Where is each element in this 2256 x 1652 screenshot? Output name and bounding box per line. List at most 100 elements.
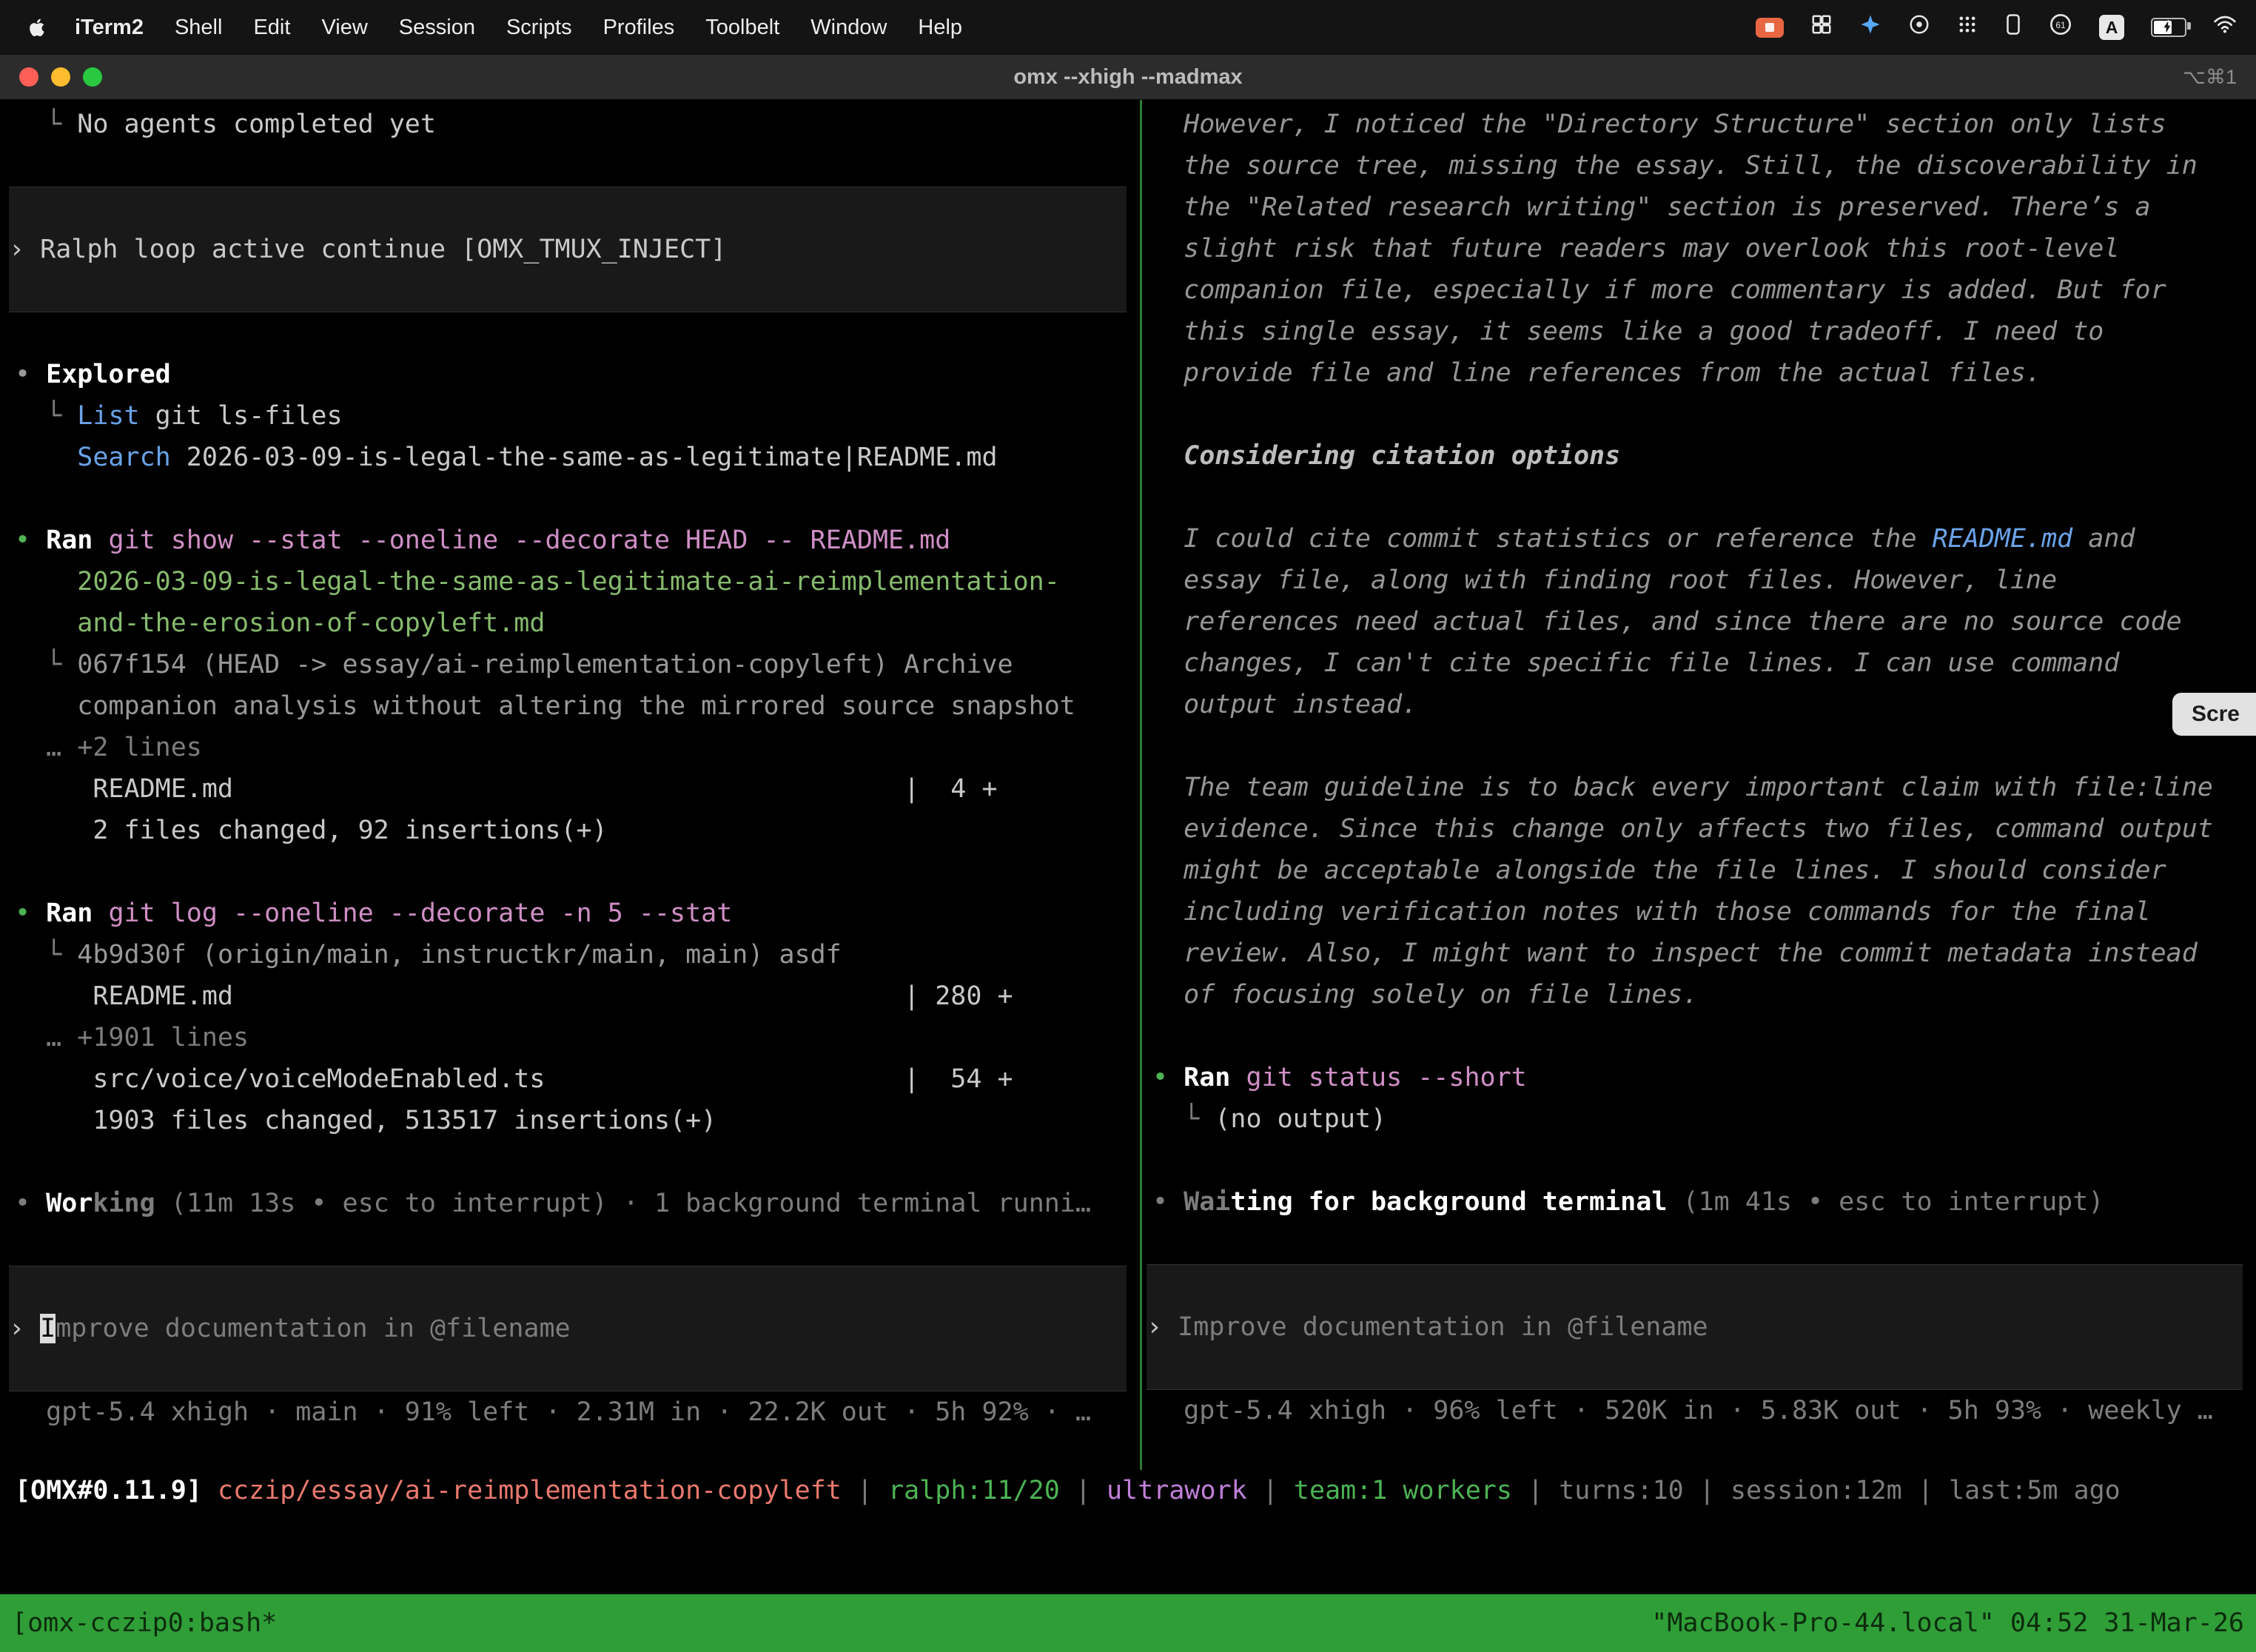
terminal-line: companion analysis without altering the …: [15, 685, 1140, 727]
device-icon[interactable]: [2004, 13, 2022, 41]
svg-text:61: 61: [2055, 20, 2066, 30]
terminal-line: 1903 files changed, 513517 insertions(+): [15, 1100, 1140, 1141]
terminal-line: src/voice/voiceModeEnabled.ts | 54 +: [15, 1058, 1140, 1100]
session-status-right: gpt-5.4 xhigh · 96% left · 520K in · 5.8…: [1152, 1390, 2256, 1431]
terminal-line: provide file and line references from th…: [1152, 352, 2256, 394]
terminal-line: including verification notes with those …: [1152, 891, 2256, 933]
terminal-line: • Ran git show --stat --oneline --decora…: [15, 520, 1140, 561]
app-grid-icon[interactable]: [1957, 14, 1978, 41]
terminal-line: and-the-erosion-of-copyleft.md: [15, 602, 1140, 644]
prompt-arrow: ›: [1147, 1312, 1178, 1342]
terminal-line: [1152, 394, 2256, 435]
right-pane: However, I noticed the "Directory Struct…: [1142, 99, 2256, 1431]
screen-recording-indicator-icon[interactable]: [1756, 18, 1784, 38]
notification-toast[interactable]: Scre: [2172, 693, 2256, 736]
terminal-line: [15, 1224, 1140, 1266]
terminal-line: └ No agents completed yet: [15, 104, 1140, 145]
terminal-line: might be acceptable alongside the file l…: [1152, 850, 2256, 891]
window-shortcut: ⌥⌘1: [2183, 55, 2237, 99]
terminal-line: Search 2026-03-09-is-legal-the-same-as-l…: [15, 437, 1140, 478]
spark-icon[interactable]: [1859, 13, 1881, 41]
prompt-input-line[interactable]: › Improve documentation in @filename: [1147, 1306, 2243, 1348]
menu-bar: iTerm2 Shell Edit View Session Scripts P…: [0, 0, 2256, 55]
close-window-button[interactable]: [19, 67, 38, 87]
terminal-line: [1152, 725, 2256, 767]
menu-item-help[interactable]: Help: [902, 0, 978, 55]
menu-item-toolbelt[interactable]: Toolbelt: [690, 0, 795, 55]
wifi-icon[interactable]: [2213, 15, 2237, 40]
highlight-block: › Ralph loop active continue [OMX_TMUX_I…: [9, 187, 1127, 312]
prompt-input-line[interactable]: › Improve documentation in @filename: [9, 1308, 1127, 1349]
prompt-arrow: ›: [9, 1314, 40, 1343]
terminal-line: changes, I can't cite specific file line…: [1152, 642, 2256, 684]
terminal-line: [1152, 1140, 2256, 1181]
menu-bar-left: iTerm2 Shell Edit View Session Scripts P…: [0, 0, 978, 55]
terminal-line: [1152, 1223, 2256, 1264]
terminal-line: • Ran git status --short: [1152, 1057, 2256, 1098]
keyboard-layout-icon[interactable]: A: [2099, 15, 2124, 40]
traffic-lights: [19, 67, 102, 87]
terminal-line: └ 067f154 (HEAD -> essay/ai-reimplementa…: [15, 644, 1140, 685]
disc-icon[interactable]: [1908, 13, 1930, 41]
terminal-line: the "Related research writing" section i…: [1152, 187, 2256, 228]
gauge-icon[interactable]: 61: [2049, 13, 2072, 42]
terminal-line: • Ran git log --oneline --decorate -n 5 …: [15, 893, 1140, 934]
terminal-line: 2026-03-09-is-legal-the-same-as-legitima…: [15, 561, 1140, 602]
menu-bar-status-icons: 61 A: [1756, 13, 2256, 42]
window-grid-icon[interactable]: [1810, 13, 1833, 41]
terminal-line: 2 files changed, 92 insertions(+): [15, 810, 1140, 851]
prompt-input-text: Improve documentation in @filename: [1178, 1312, 1708, 1342]
apple-menu-icon[interactable]: [27, 16, 49, 38]
tmux-status-bar: [omx-cczip0:bash* "MacBook-Pro-44.local"…: [0, 1594, 2256, 1652]
terminal-line: evidence. Since this change only affects…: [1152, 808, 2256, 850]
menu-item-scripts[interactable]: Scripts: [491, 0, 588, 55]
terminal: └ No agents completed yet › Ralph loop a…: [0, 99, 2256, 1652]
terminal-line: companion file, especially if more comme…: [1152, 269, 2256, 311]
terminal-line: this single essay, it seems like a good …: [1152, 311, 2256, 352]
menu-item-edit[interactable]: Edit: [238, 0, 306, 55]
menu-item-shell[interactable]: Shell: [159, 0, 238, 55]
terminal-line: review. Also, I might want to inspect th…: [1152, 933, 2256, 974]
terminal-line: essay file, along with finding root file…: [1152, 560, 2256, 601]
terminal-line: └ 4b9d30f (origin/main, instructkr/main,…: [15, 934, 1140, 976]
zoom-window-button[interactable]: [83, 67, 102, 87]
terminal-line: However, I noticed the "Directory Struct…: [1152, 104, 2256, 145]
window-title: omx --xhigh --madmax: [0, 55, 2256, 99]
terminal-line: of focusing solely on file lines.: [1152, 974, 2256, 1015]
terminal-line: • Waiting for background terminal (1m 41…: [1152, 1181, 2256, 1223]
terminal-line: › Ralph loop active continue [OMX_TMUX_I…: [9, 229, 1127, 270]
terminal-line: [15, 478, 1140, 520]
menu-item-iterm2[interactable]: iTerm2: [59, 0, 159, 55]
menu-item-session[interactable]: Session: [383, 0, 491, 55]
terminal-line: [1152, 477, 2256, 518]
prompt-input-text: mprove documentation in @filename: [56, 1314, 570, 1343]
terminal-line: └ List git ls-files: [15, 395, 1140, 437]
terminal-line: [15, 1141, 1140, 1183]
terminal-line: README.md | 280 +: [15, 976, 1140, 1017]
terminal-line: • Explored: [15, 354, 1140, 395]
tmux-session-label: [omx-cczip0:bash*: [12, 1608, 277, 1638]
terminal-line: Considering citation options: [1152, 435, 2256, 477]
terminal-line: … +2 lines: [15, 727, 1140, 768]
battery-icon[interactable]: [2151, 18, 2186, 37]
terminal-line: [OMX#0.11.9] cczip/essay/ai-reimplementa…: [15, 1470, 2256, 1511]
terminal-line: … +1901 lines: [15, 1017, 1140, 1058]
minimize-window-button[interactable]: [51, 67, 70, 87]
prompt-input-right[interactable]: › Improve documentation in @filename: [1147, 1264, 2243, 1390]
terminal-line: The team guideline is to back every impo…: [1152, 767, 2256, 808]
prompt-input-left[interactable]: › Improve documentation in @filename: [9, 1266, 1127, 1391]
terminal-line: I could cite commit statistics or refere…: [1152, 518, 2256, 560]
terminal-line: [1152, 1015, 2256, 1057]
menu-item-profiles[interactable]: Profiles: [588, 0, 691, 55]
menu-item-view[interactable]: View: [306, 0, 383, 55]
terminal-line: • Working (11m 13s • esc to interrupt) ·…: [15, 1183, 1140, 1224]
terminal-line: output instead.: [1152, 684, 2256, 725]
terminal-line: [15, 312, 1140, 354]
terminal-line: references need actual files, and since …: [1152, 601, 2256, 642]
window-title-bar[interactable]: omx --xhigh --madmax ⌥⌘1: [0, 55, 2256, 100]
menu-item-window[interactable]: Window: [795, 0, 902, 55]
terminal-line: [15, 145, 1140, 187]
terminal-output-right: However, I noticed the "Directory Struct…: [1152, 104, 2256, 1264]
terminal-line: README.md | 4 +: [15, 768, 1140, 810]
terminal-line: └ (no output): [1152, 1098, 2256, 1140]
